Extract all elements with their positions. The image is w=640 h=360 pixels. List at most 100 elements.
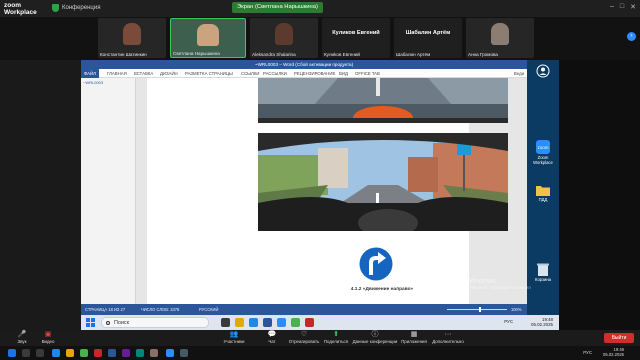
zoom-taskbar-icon[interactable] — [277, 318, 286, 327]
word-status-bar: СТРАНИЦА 18 ИЗ 27 ЧИСЛО СЛОВ: 3378 РУССК… — [81, 304, 527, 315]
tab-design[interactable]: ДИЗАЙН — [160, 71, 178, 76]
zoom-percent[interactable]: 100% — [511, 307, 521, 312]
word-user-name[interactable]: Веди — [514, 71, 524, 76]
tab-office-tab[interactable]: OFFICE TAB — [355, 71, 380, 76]
host-app-icon[interactable] — [180, 349, 188, 357]
share-status-badge[interactable]: Экран (Светлана Нарышкина) — [232, 2, 323, 13]
participant-tile[interactable]: Aleksandra Shalarina — [250, 18, 318, 58]
guest-taskbar: Поиск РУС 19:48 05.02.2025 — [81, 315, 559, 330]
participant-tile-active-speaker[interactable]: Светлана Нарышкина — [170, 18, 246, 58]
navigation-pane: ~WRL0003 — [81, 78, 136, 304]
minimize-icon[interactable]: – — [610, 3, 614, 11]
participant-name: Светлана Нарышкина — [173, 51, 220, 56]
desktop-icon-folder[interactable]: ПДД — [528, 184, 558, 203]
zoom-slider[interactable] — [447, 309, 507, 310]
video-button[interactable]: ▣ Видео — [26, 331, 70, 344]
tab-references[interactable]: ССЫЛКИ — [241, 71, 259, 76]
participant-tile[interactable]: Анна Громова — [466, 18, 534, 58]
participant-tile[interactable]: Шабалин Артём Шабалин Артём — [394, 18, 462, 58]
edge-icon[interactable] — [249, 318, 258, 327]
status-words[interactable]: ЧИСЛО СЛОВ: 3378 — [141, 307, 179, 312]
participant-video — [197, 24, 219, 46]
participant-tile[interactable]: Константин Шатинкин — [98, 18, 166, 58]
tab-mailings[interactable]: РАССЫЛКИ — [263, 71, 287, 76]
host-chrome-icon[interactable] — [80, 349, 88, 357]
host-edge-icon[interactable] — [52, 349, 60, 357]
host-start-icon[interactable] — [8, 349, 16, 357]
word-ribbon-tabs: ФАЙЛ ГЛАВНАЯ ВСТАВКА ДИЗАЙН РАЗМЕТКА СТР… — [81, 69, 527, 78]
host-explorer-icon[interactable] — [66, 349, 74, 357]
tab-file[interactable]: ФАЙЛ — [81, 69, 99, 78]
participant-video — [275, 23, 293, 45]
participant-name: Aleksandra Shalarina — [252, 52, 296, 57]
strip-next-arrow-icon[interactable]: › — [627, 32, 636, 41]
document-tab[interactable]: ~WRL0003 — [83, 80, 103, 85]
security-shield-icon[interactable] — [52, 4, 59, 12]
tab-home[interactable]: ГЛАВНАЯ — [107, 71, 127, 76]
leave-meeting-button[interactable]: Выйти — [604, 333, 634, 343]
host-task-view-icon[interactable] — [36, 349, 44, 357]
taskbar-clock[interactable]: 19:48 05.02.2025 — [531, 317, 553, 327]
tab-review[interactable]: РЕЦЕНЗИРОВАНИЕ — [294, 71, 335, 76]
desktop-icon-user[interactable] — [528, 64, 558, 79]
word-document-area: ~WRL0003 4.1.2 «Движение направо» — [81, 78, 527, 304]
recycle-bin-icon — [537, 263, 549, 276]
zoom-title-bar: zoom Workplace Конференция Экран (Светла… — [0, 0, 640, 17]
window-controls: – □ ✕ — [610, 3, 636, 11]
participant-display-name: Шабалин Артём — [405, 30, 451, 36]
activation-subtitle: Чтобы активировать Windows, перейдите в … — [427, 285, 531, 295]
close-icon[interactable]: ✕ — [630, 3, 636, 11]
yandex-icon[interactable] — [305, 318, 314, 327]
search-icon — [106, 321, 110, 325]
file-explorer-icon[interactable] — [235, 318, 244, 327]
language-indicator[interactable]: РУС — [504, 319, 513, 324]
participant-video — [491, 23, 509, 45]
control-label: Видео — [41, 339, 55, 344]
host-clock-date: 05.02.2025 — [603, 352, 624, 357]
windows-start-icon[interactable] — [86, 318, 95, 327]
host-app-icon[interactable] — [150, 349, 158, 357]
zoom-control-bar: 🎤 Звук ▣ Видео 👥 Участники 💬 Чат ♡ Отреа… — [0, 330, 640, 346]
tab-view[interactable]: ВИД — [339, 71, 348, 76]
desktop-icon-label: Zoom Workplace — [533, 155, 553, 165]
participant-display-name: Куликов Евгений — [332, 30, 380, 36]
host-yandex-icon[interactable] — [94, 349, 102, 357]
status-language[interactable]: РУССКИЙ — [199, 307, 218, 312]
participant-name: Кулиkов Евгений — [324, 52, 360, 57]
tab-insert[interactable]: ВСТАВКА — [134, 71, 153, 76]
street-photo — [258, 133, 508, 231]
road-photo-top — [258, 78, 508, 123]
host-app-icon[interactable] — [122, 349, 130, 357]
host-zoom-icon[interactable] — [166, 349, 174, 357]
shared-screen: ~WRL0003 – Word (Сбой активации продукта… — [81, 60, 559, 330]
participant-tile[interactable]: Куликов Евгений Кулиkов Евгений — [322, 18, 390, 58]
host-search-icon[interactable] — [22, 349, 30, 357]
zoom-app-icon: zoom — [536, 140, 550, 154]
control-label: Дополнительно — [432, 339, 464, 344]
word-title-bar: ~WRL0003 – Word (Сбой активации продукта… — [81, 60, 527, 69]
zoom-slider-handle[interactable] — [479, 307, 481, 312]
zoom-logo-word: zoom — [4, 2, 21, 9]
tab-layout[interactable]: РАЗМЕТКА СТРАНИЦЫ — [185, 71, 233, 76]
more-button[interactable]: ··· Дополнительно — [426, 331, 470, 344]
share-right-margin — [559, 60, 640, 330]
host-clock[interactable]: 19:48 05.02.2025 — [603, 347, 624, 357]
chrome-icon[interactable] — [291, 318, 300, 327]
host-taskbar: РУС 19:48 05.02.2025 — [0, 346, 640, 360]
host-language-indicator[interactable]: РУС — [583, 350, 592, 355]
host-word-icon[interactable] — [108, 349, 116, 357]
participant-name: Шабалин Артём — [396, 52, 431, 57]
taskbar-search[interactable]: Поиск — [101, 317, 209, 328]
host-app-icon[interactable] — [136, 349, 144, 357]
activation-title: Активация Windows — [427, 276, 497, 285]
status-page[interactable]: СТРАНИЦА 18 ИЗ 27 — [85, 307, 125, 312]
task-view-icon[interactable] — [221, 318, 230, 327]
word-app-icon[interactable] — [263, 318, 272, 327]
participant-name: Анна Громова — [468, 52, 498, 57]
document-page[interactable]: 4.1.2 «Движение направо» — [147, 78, 508, 304]
folder-icon — [536, 186, 550, 196]
desktop-icon-zoom[interactable]: zoom Zoom Workplace — [528, 140, 558, 166]
maximize-icon[interactable]: □ — [620, 3, 624, 11]
search-label: Поиск — [114, 320, 129, 326]
video-icon: ▣ — [44, 331, 52, 338]
